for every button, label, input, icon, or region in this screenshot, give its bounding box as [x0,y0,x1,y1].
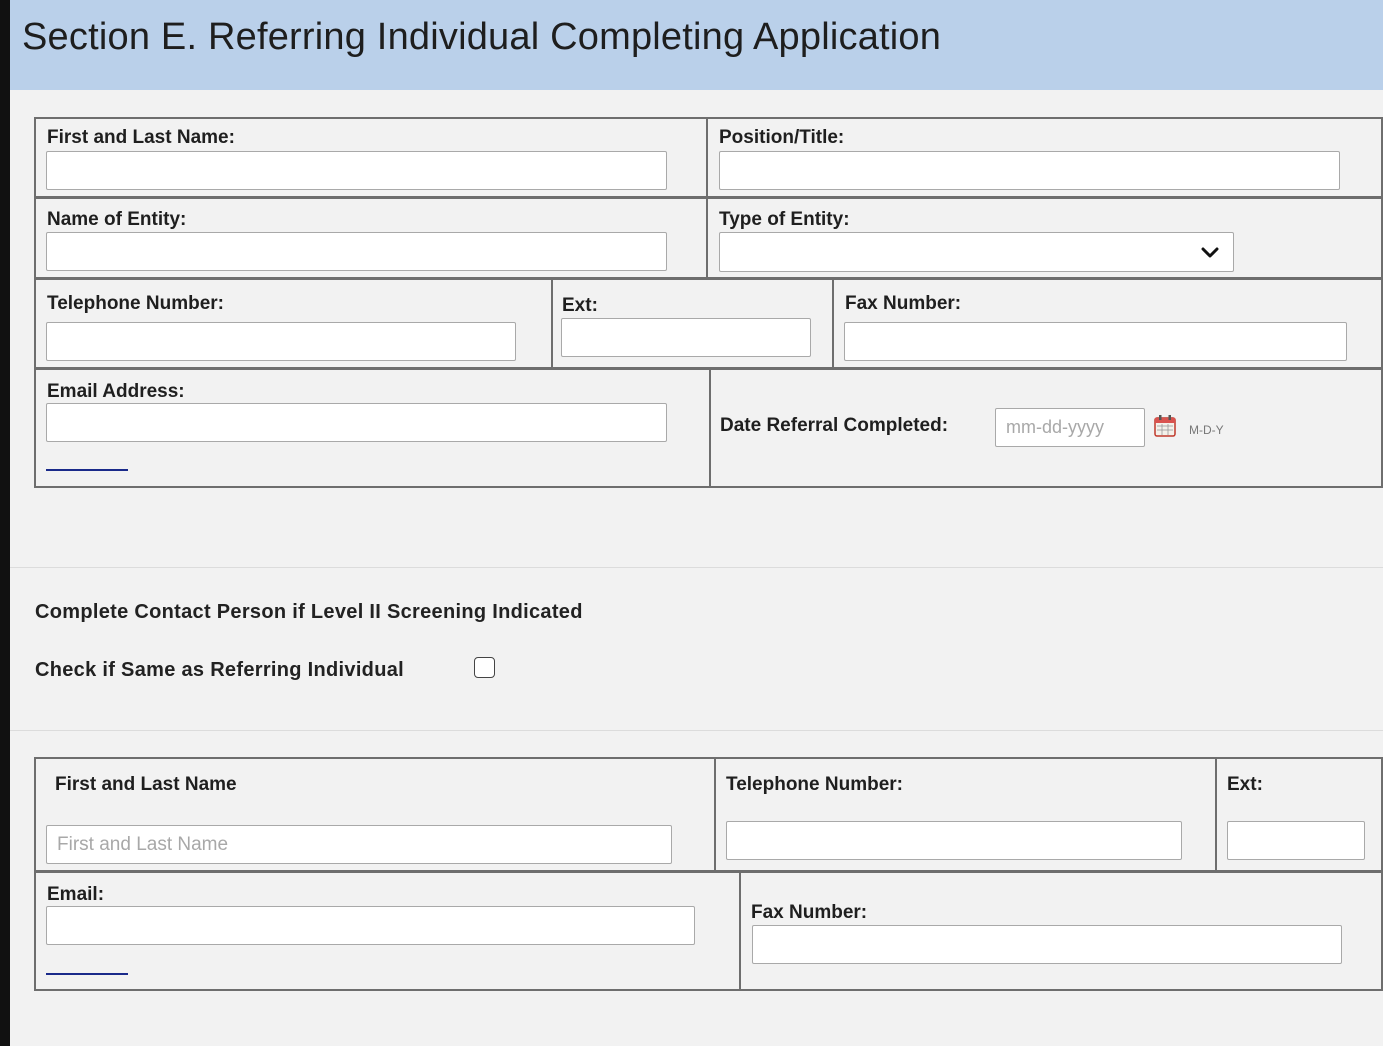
date-referral-label: Date Referral Completed: [720,415,949,436]
ext-input[interactable] [561,318,811,357]
section-divider [10,567,1383,568]
col-divider [706,117,708,279]
contact-name-label: First and Last Name [55,774,237,795]
col-divider [714,757,716,872]
contact-email-label: Email: [47,884,105,905]
contact-fax-input[interactable] [752,925,1342,964]
contact-email-input[interactable] [46,906,695,945]
row-divider [34,870,1383,873]
fax-input[interactable] [844,322,1347,361]
col-divider [551,279,553,369]
contact-ext-input[interactable] [1227,821,1365,860]
contact-ext-label: Ext: [1227,774,1263,795]
col-divider [709,369,711,488]
contact-telephone-label: Telephone Number: [726,774,903,795]
date-referral-input[interactable] [995,408,1145,447]
row-divider [34,277,1383,280]
first-last-name-input[interactable] [46,151,667,190]
contact-name-input[interactable] [46,825,672,864]
first-last-name-label: First and Last Name: [47,127,235,148]
email-label: Email Address: [47,381,185,402]
contact-person-heading: Complete Contact Person if Level II Scre… [35,601,583,623]
section-header: Section E. Referring Individual Completi… [10,0,1383,90]
email-link-underline[interactable] [46,469,128,471]
telephone-label: Telephone Number: [47,293,224,314]
section-title: Section E. Referring Individual Completi… [22,16,942,58]
col-divider [1215,757,1217,872]
entity-type-label: Type of Entity: [719,209,850,230]
contact-fax-label: Fax Number: [751,902,868,923]
telephone-input[interactable] [46,322,516,361]
entity-type-select[interactable] [719,232,1234,272]
contact-email-link-underline[interactable] [46,973,128,975]
ext-label: Ext: [562,295,598,316]
fax-label: Fax Number: [845,293,962,314]
same-as-label: Check if Same as Referring Individual [35,659,404,681]
position-title-input[interactable] [719,151,1340,190]
date-format-hint: M-D-Y [1189,423,1224,437]
same-as-checkbox[interactable] [474,657,495,678]
entity-name-input[interactable] [46,232,667,271]
section-divider [10,730,1383,731]
calendar-icon[interactable] [1153,414,1177,438]
col-divider [739,872,741,991]
row-divider [34,196,1383,199]
email-input[interactable] [46,403,667,442]
contact-telephone-input[interactable] [726,821,1182,860]
form-page: Section E. Referring Individual Completi… [10,0,1383,1046]
chevron-down-icon [1201,247,1219,258]
entity-name-label: Name of Entity: [47,209,187,230]
position-title-label: Position/Title: [719,127,845,148]
col-divider [832,279,834,369]
